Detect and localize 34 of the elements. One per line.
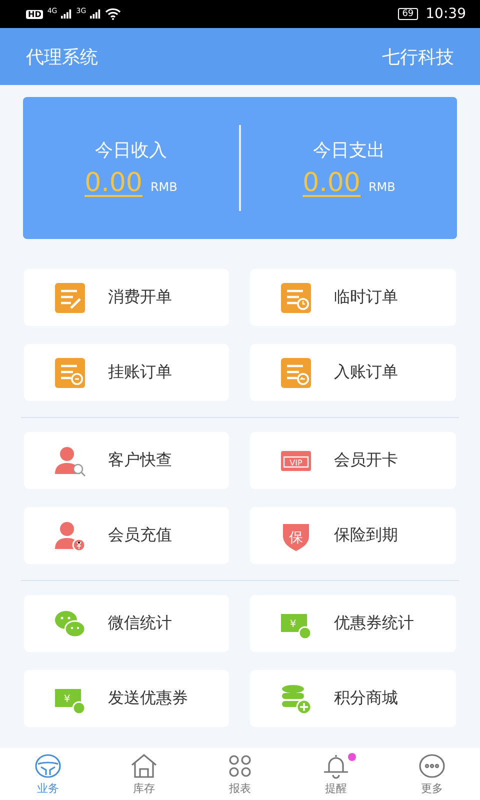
menu-card[interactable]: 临时订单 (250, 269, 456, 326)
more-icon (417, 752, 447, 778)
menu-card[interactable]: 会员充值 (24, 507, 229, 564)
menu-card[interactable]: ¥ 优惠券统计 (250, 595, 456, 652)
bell-icon (321, 752, 351, 778)
summary-label: 今日收入 (95, 139, 167, 162)
menu-card[interactable]: VIP 会员开卡 (250, 432, 456, 489)
wheel-icon (33, 752, 63, 778)
house-icon (129, 752, 159, 778)
summary-label: 今日支出 (313, 139, 385, 162)
wifi-icon (105, 8, 122, 20)
company-name: 七行科技 (382, 46, 454, 68)
signal-icon (61, 9, 72, 19)
currency-unit: RMB (150, 180, 178, 194)
menu-card[interactable]: 微信统计 (24, 595, 229, 652)
menu-card[interactable]: 挂账订单 (24, 344, 229, 401)
battery-indicator: 69 (398, 8, 418, 20)
currency-unit: RMB (368, 180, 396, 194)
nav-tab[interactable]: 提醒 (288, 748, 384, 800)
nav-tab[interactable]: 更多 (384, 748, 480, 800)
signal-icon (90, 9, 102, 19)
menu-card[interactable]: 积分商城 (250, 670, 456, 727)
menu-card[interactable]: ¥ 发送优惠券 (24, 670, 229, 727)
menu-card[interactable]: 入账订单 (250, 344, 456, 401)
nav-tab[interactable]: 库存 (96, 748, 192, 800)
menu-card[interactable]: 客户快查 (24, 432, 229, 489)
menu-card[interactable]: 消费开单 (24, 269, 229, 326)
amount-value: 0.00 (302, 168, 360, 198)
app-title: 代理系统 (26, 46, 98, 68)
menu-card[interactable]: 保 保险到期 (250, 507, 456, 564)
clock: 10:39 (426, 6, 466, 22)
amount-value: 0.00 (84, 168, 142, 198)
hd-indicator: HD (26, 10, 44, 18)
nav-tab[interactable]: 报表 (192, 748, 288, 800)
